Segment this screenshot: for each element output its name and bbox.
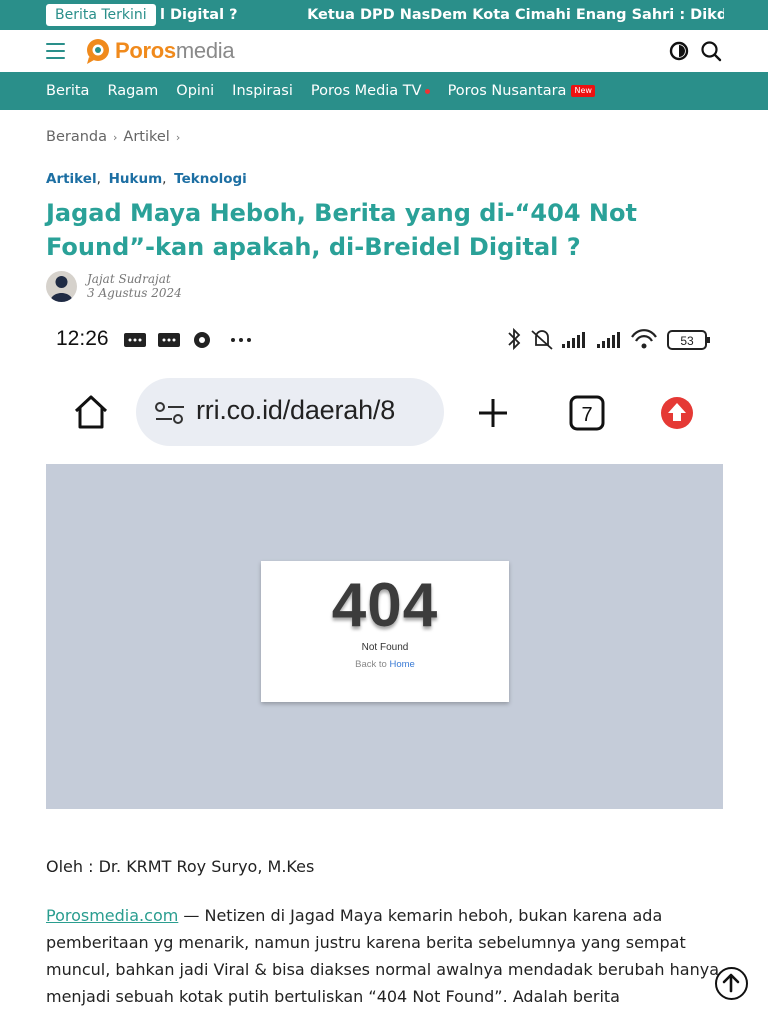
url-text: rri.co.id/daerah/8 [196, 395, 396, 425]
nav-item-opini[interactable]: Opini [176, 83, 214, 99]
dark-mode-icon[interactable] [668, 40, 690, 62]
home-link: Home [389, 659, 415, 670]
article-image: 12:26 53 rri.co.id/daerah/8 7 404 Not Fo… [46, 318, 723, 809]
upload-icon [661, 397, 693, 429]
source-link[interactable]: Porosmedia.com [46, 906, 178, 925]
ticker-item[interactable]: l Digital ? [160, 0, 302, 30]
battery-level: 53 [680, 334, 694, 348]
error-code: 404 [331, 571, 439, 640]
error-text: Not Found [361, 642, 409, 653]
plus-icon [479, 399, 507, 427]
nav-item-berita[interactable]: Berita [46, 83, 89, 99]
logo-mark-icon [87, 39, 109, 64]
category-teknologi[interactable]: Teknologi [174, 171, 247, 187]
ticker-track: l Digital ? Ketua DPD NasDem Kota Cimahi… [160, 0, 724, 30]
category-artikel[interactable]: Artikel [46, 171, 97, 187]
breadcrumb-home[interactable]: Beranda [46, 129, 107, 145]
phone-status-bar: 12:26 53 [46, 318, 723, 360]
article-paragraph: Porosmedia.com — Netizen di Jagad Maya k… [46, 906, 719, 1006]
article-byline: Oleh : Dr. KRMT Roy Suryo, M.Kes [46, 857, 315, 876]
not-found-card: 404 Not Found Back to Home [261, 561, 509, 702]
tab-count: 7 [581, 404, 592, 426]
author-name[interactable]: Jajat Sudrajat [87, 272, 182, 286]
breaking-news-ticker: Berita Terkini l Digital ? Ketua DPD Nas… [0, 0, 768, 30]
url-bar: rri.co.id/daerah/8 [136, 378, 444, 446]
breadcrumb-artikel[interactable]: Artikel [123, 129, 169, 145]
back-to-home: Back to Home [355, 659, 415, 670]
notification-icons [124, 332, 251, 348]
nav-item-inspirasi[interactable]: Inspirasi [232, 83, 293, 99]
category-links: Artikel, Hukum, Teknologi [46, 171, 247, 187]
page-viewport: 404 Not Found Back to Home [46, 464, 723, 809]
breadcrumb: Beranda › Artikel › [46, 129, 186, 145]
publish-date: 3 Agustus 2024 [87, 286, 182, 300]
site-header: Porosmedia [0, 30, 768, 72]
site-logo[interactable]: Porosmedia [84, 35, 235, 67]
new-badge: New [571, 85, 595, 97]
ticker-badge: Berita Terkini [46, 4, 156, 26]
tune-icon [155, 402, 184, 424]
arrow-up-icon [722, 973, 740, 993]
chevron-right-icon: › [175, 130, 181, 144]
menu-icon[interactable] [46, 43, 65, 59]
chevron-right-icon: › [113, 130, 118, 144]
home-icon [74, 395, 108, 429]
browser-toolbar: rri.co.id/daerah/8 7 [46, 374, 723, 450]
system-status-icons: 53 [508, 327, 710, 351]
author-block: Jajat Sudrajat 3 Agustus 2024 [46, 270, 182, 302]
live-dot-icon [424, 88, 430, 94]
search-icon[interactable] [700, 40, 722, 62]
nav-item-poros-media-tv[interactable]: Poros Media TV [311, 83, 430, 99]
nav-item-poros-nusantara[interactable]: Poros Nusantara New [448, 83, 595, 99]
tabs-icon: 7 [569, 395, 605, 431]
article-title: Jagad Maya Heboh, Berita yang di-“404 No… [46, 199, 637, 261]
ticker-item[interactable]: Ketua DPD NasDem Kota Cimahi Enang Sahri… [307, 0, 724, 30]
logo-text: Porosmedia [115, 38, 235, 63]
avatar[interactable] [46, 270, 77, 302]
main-nav: Berita Ragam Opini Inspirasi Poros Media… [0, 72, 768, 110]
status-clock: 12:26 [56, 327, 109, 350]
nav-item-ragam[interactable]: Ragam [107, 83, 158, 99]
category-hukum[interactable]: Hukum [109, 171, 163, 187]
back-to-top-button[interactable] [715, 967, 748, 1000]
